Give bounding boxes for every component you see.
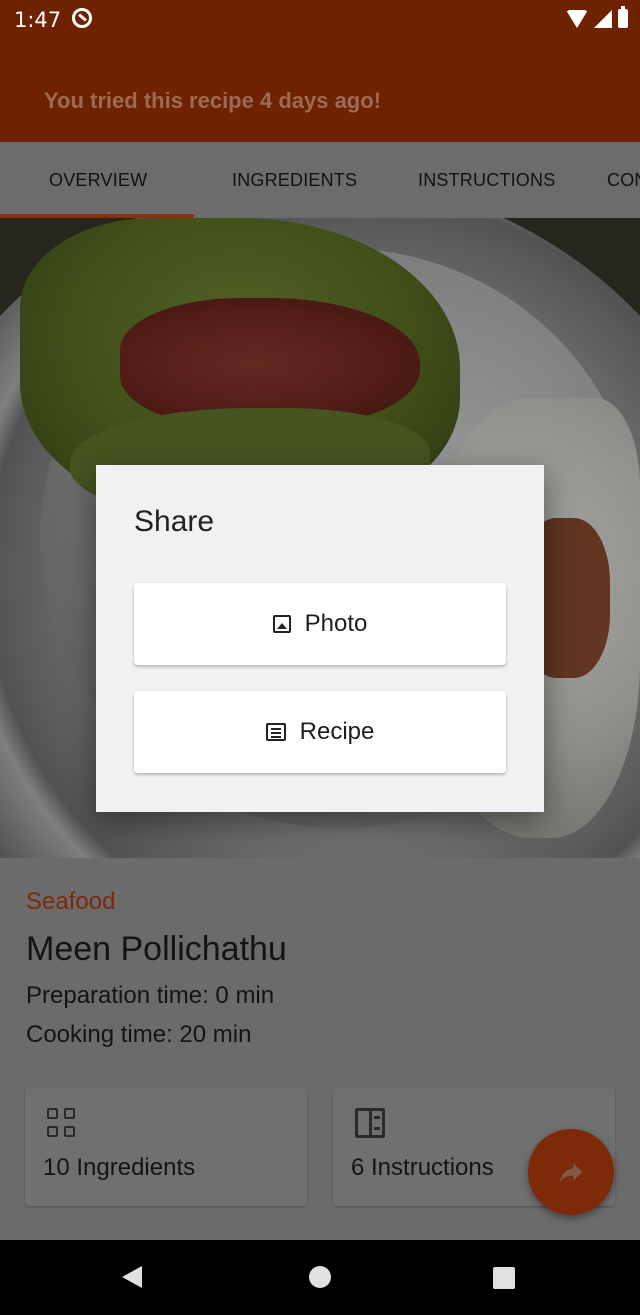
document-icon: [265, 723, 286, 741]
share-recipe-label: Recipe: [299, 718, 375, 745]
recents-icon[interactable]: [493, 1267, 515, 1289]
share-recipe-button[interactable]: Recipe: [134, 691, 506, 773]
home-icon[interactable]: [309, 1266, 331, 1288]
share-photo-label: Photo: [304, 610, 368, 637]
back-icon[interactable]: [122, 1266, 142, 1288]
dialog-title: Share: [134, 505, 215, 538]
image-icon: [272, 615, 291, 633]
share-photo-button[interactable]: Photo: [134, 583, 506, 665]
share-dialog: Share Photo Recipe: [96, 465, 544, 812]
system-nav-bar: [0, 1240, 640, 1315]
